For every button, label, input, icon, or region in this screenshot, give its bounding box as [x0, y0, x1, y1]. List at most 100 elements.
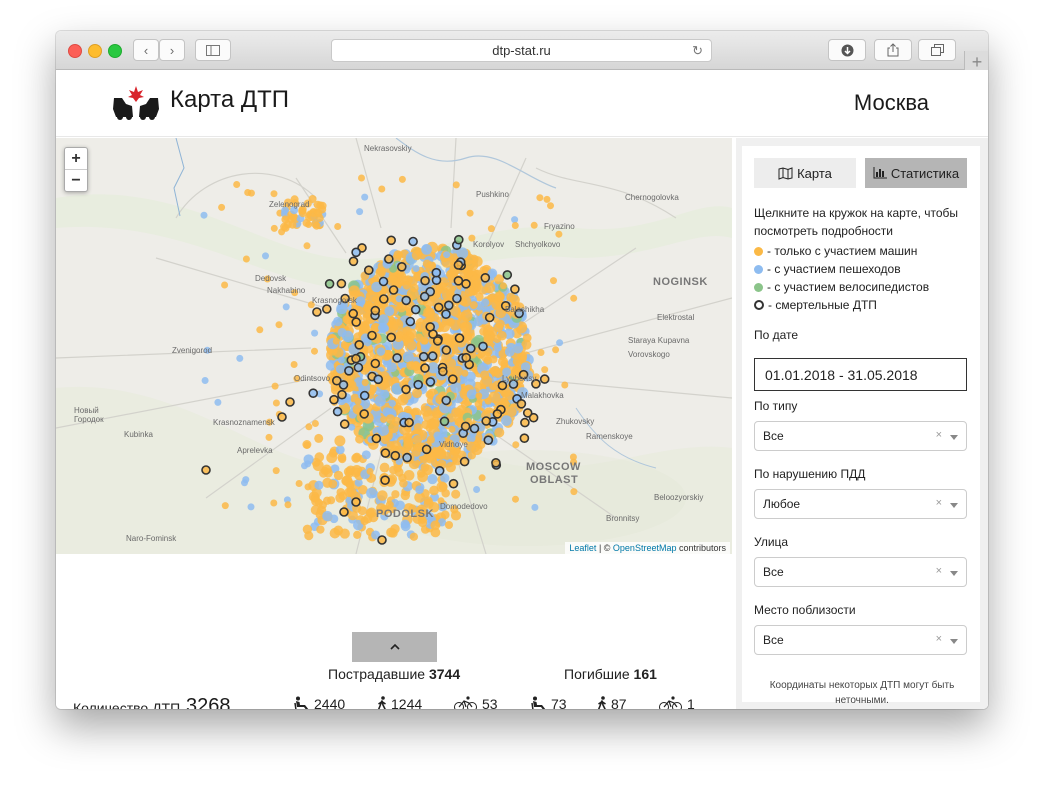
tabs-overview-button[interactable] [918, 39, 956, 61]
accident-marker [469, 301, 478, 310]
injured-cyclists: 53 [453, 696, 498, 709]
region-selector[interactable]: Москва [854, 90, 929, 116]
accident-marker [351, 247, 361, 258]
sidebar-toggle-button[interactable] [195, 39, 231, 61]
zoom-out-button[interactable]: − [65, 170, 87, 191]
accident-marker [473, 316, 484, 327]
forward-button[interactable]: › [159, 39, 185, 61]
accident-marker [316, 525, 325, 534]
share-button[interactable] [874, 39, 912, 61]
accident-marker [408, 236, 418, 247]
accident-marker [305, 423, 313, 431]
chevron-down-icon[interactable] [950, 503, 958, 508]
accident-marker [442, 335, 452, 345]
site-title[interactable]: Карта ДТП [170, 86, 289, 114]
accident-marker [406, 328, 417, 339]
clear-icon[interactable]: × [936, 497, 942, 509]
accident-marker [338, 380, 349, 390]
accident-marker [311, 329, 319, 337]
tab-statistics[interactable]: Статистика [865, 158, 967, 188]
injured-pedestrians-value: 1244 [391, 696, 423, 709]
accident-marker [512, 441, 520, 449]
map-label: Chernogolovka [625, 193, 679, 202]
accident-marker [301, 462, 308, 470]
accident-marker [420, 405, 433, 417]
legend-item-cyclists: - с участием велосипедистов [754, 280, 974, 294]
accident-marker [409, 532, 419, 541]
download-icon [841, 44, 853, 56]
reload-icon[interactable]: ↻ [692, 43, 703, 59]
accident-marker [335, 445, 345, 455]
accident-marker [511, 216, 519, 224]
accident-marker [337, 356, 345, 364]
accident-marker [459, 322, 470, 333]
accident-marker [363, 265, 374, 275]
chevron-down-icon[interactable] [950, 571, 958, 576]
accident-marker [494, 291, 505, 302]
accident-marker [277, 412, 287, 422]
accident-marker [438, 366, 448, 377]
accident-marker [478, 341, 488, 352]
killed-drivers: 73 [530, 696, 567, 709]
chevron-down-icon[interactable] [950, 435, 958, 440]
date-range-input[interactable]: 01.01.2018 - 31.05.2018 [754, 358, 967, 391]
accident-map[interactable]: Nekrasovskiy Zelenograd Pushkino Fryazin… [56, 138, 732, 554]
accident-marker [510, 284, 520, 294]
accident-marker [332, 406, 343, 417]
accident-marker [314, 433, 324, 443]
zoom-window-button[interactable] [108, 44, 122, 58]
nearby-select[interactable]: Все × [754, 625, 967, 655]
street-select[interactable]: Все × [754, 557, 967, 587]
tab-map[interactable]: Карта [754, 158, 856, 188]
accident-marker [504, 346, 515, 357]
accident-marker [366, 487, 377, 499]
accident-marker [421, 244, 432, 255]
leaflet-link[interactable]: Leaflet [569, 543, 596, 553]
url-text: dtp-stat.ru [492, 43, 551, 58]
accident-marker [398, 175, 406, 183]
clear-icon[interactable]: × [936, 633, 942, 645]
accident-marker [491, 457, 501, 468]
accident-marker [509, 294, 520, 305]
accident-marker [473, 486, 481, 493]
accident-marker [377, 424, 390, 437]
violation-select[interactable]: Любое × [754, 489, 967, 519]
bar-chart-icon [873, 167, 887, 179]
address-bar[interactable]: dtp-stat.ru ↻ [331, 39, 712, 62]
stats-collapse-button[interactable] [352, 632, 437, 662]
minimize-window-button[interactable] [88, 44, 102, 58]
accident-marker [454, 333, 465, 343]
accident-marker [281, 215, 290, 224]
map-label: Zelenograd [269, 200, 310, 209]
clear-icon[interactable]: × [936, 565, 942, 577]
accident-marker [377, 535, 387, 545]
type-select[interactable]: Все × [754, 421, 967, 451]
zoom-in-button[interactable]: + [65, 148, 87, 170]
chevron-down-icon[interactable] [950, 639, 958, 644]
accident-marker [413, 379, 424, 390]
map-label: Ramenskoye [586, 432, 633, 441]
clear-icon[interactable]: × [936, 429, 942, 441]
accident-marker [308, 388, 319, 398]
accident-marker [445, 462, 456, 473]
close-window-button[interactable] [68, 44, 82, 58]
accident-marker [382, 324, 390, 332]
accident-marker [466, 209, 474, 217]
accident-marker [492, 409, 503, 419]
accident-marker [420, 343, 430, 353]
accident-marker [436, 481, 448, 493]
accident-marker [447, 374, 458, 384]
osm-link[interactable]: OpenStreetMap [613, 543, 677, 553]
accident-marker [380, 475, 390, 486]
accident-marker [451, 489, 461, 499]
back-button[interactable]: ‹ [133, 39, 159, 61]
downloads-button[interactable] [828, 39, 866, 61]
accident-marker [242, 255, 250, 263]
accident-marker [314, 452, 325, 462]
accident-marker [247, 503, 255, 511]
accident-marker [461, 369, 469, 377]
map-label: Shchyolkovo [515, 240, 561, 249]
accident-marker [484, 282, 496, 294]
accident-marker [421, 444, 432, 455]
accident-marker [453, 260, 464, 270]
